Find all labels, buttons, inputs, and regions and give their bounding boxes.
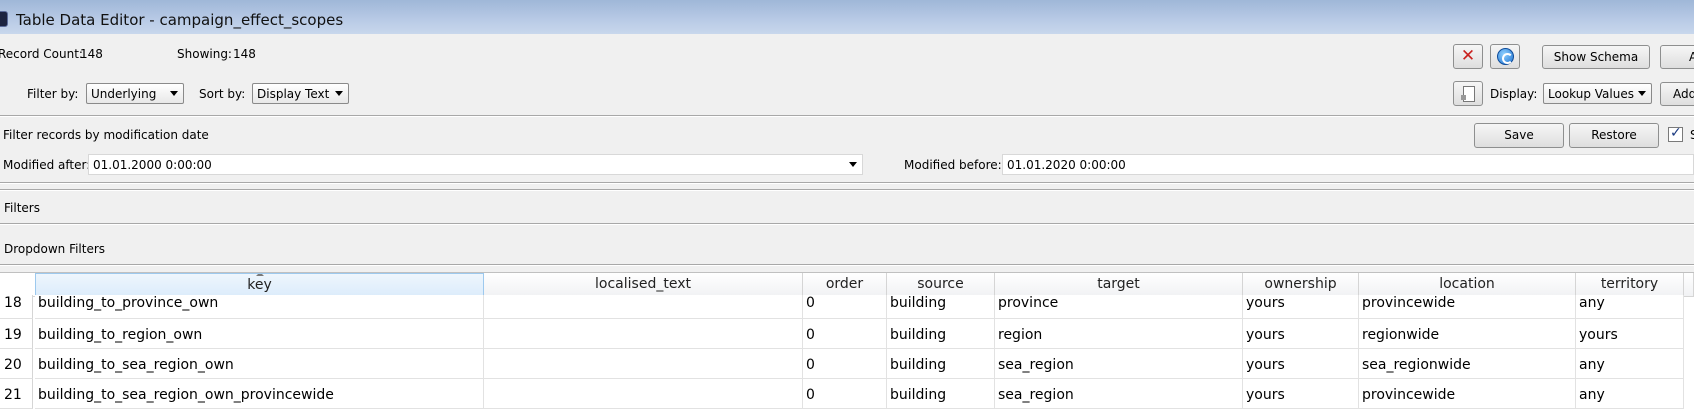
document-button[interactable] [1453, 81, 1483, 106]
cell-localised-text[interactable] [484, 379, 803, 409]
table-data-editor-window: Table Data Editor - campaign_effect_scop… [0, 0, 1694, 418]
cell-key[interactable]: building_to_sea_region_own_provincewide [35, 379, 484, 409]
filter-by-value: Underlying [91, 87, 157, 101]
cell-order[interactable]: 0 [803, 295, 887, 319]
cell-key[interactable]: building_to_region_own [35, 319, 484, 349]
cell-source[interactable]: building [887, 319, 995, 349]
row-header[interactable]: 19 [0, 319, 33, 349]
checkbox[interactable] [1668, 125, 1683, 142]
show-schema-button[interactable]: Show Schema [1542, 45, 1650, 69]
column-header-target[interactable]: target [995, 273, 1243, 297]
row-header[interactable]: 21 [0, 379, 33, 409]
refresh-button[interactable] [1490, 44, 1520, 69]
modified-before-field[interactable]: 01.01.2020 0:00:00 [1002, 154, 1694, 175]
document-icon [1461, 86, 1475, 102]
modified-after-field[interactable]: 01.01.2000 0:00:00 [88, 154, 863, 175]
column-header-territory[interactable]: territory [1576, 273, 1684, 297]
divider [0, 189, 1694, 191]
column-header-filler [1684, 273, 1694, 297]
delete-button[interactable]: ✕ [1453, 44, 1483, 69]
cell-ownership[interactable]: yours [1243, 379, 1359, 409]
cell-localised-text[interactable] [484, 295, 803, 319]
grid-corner [0, 273, 36, 297]
divider [0, 182, 1694, 184]
chevron-down-icon[interactable] [849, 162, 857, 167]
cell-localised-text[interactable] [484, 319, 803, 349]
dropdown-filters-section-header[interactable]: Dropdown Filters [4, 242, 105, 256]
a-button[interactable]: A [1660, 45, 1694, 69]
column-header-source[interactable]: source [887, 273, 995, 297]
delete-x-icon: ✕ [1460, 46, 1476, 66]
cell-order[interactable]: 0 [803, 349, 887, 379]
chevron-down-icon [1638, 91, 1646, 96]
cell-target[interactable]: province [995, 295, 1243, 319]
display-value: Lookup Values [1548, 87, 1634, 101]
window-title: Table Data Editor - campaign_effect_scop… [16, 11, 344, 29]
cell-territory[interactable]: any [1576, 379, 1684, 409]
cell-ownership[interactable]: yours [1243, 295, 1359, 319]
refresh-icon [1497, 48, 1514, 65]
sort-by-value: Display Text [257, 87, 330, 101]
cell-territory[interactable]: any [1576, 295, 1684, 319]
sort-by-label: Sort by: [199, 87, 246, 101]
cell-key[interactable]: building_to_province_own [35, 295, 484, 319]
chevron-down-icon [170, 91, 178, 96]
divider [0, 264, 1694, 266]
column-header-label: key [247, 277, 272, 293]
record-count-label: Record Count: [0, 47, 83, 61]
sort-by-select[interactable]: Display Text [252, 83, 349, 104]
cell-ownership[interactable]: yours [1243, 319, 1359, 349]
record-count-value: 148 [80, 47, 103, 61]
date-filter-title: Filter records by modification date [3, 128, 209, 142]
row-header[interactable]: 20 [0, 349, 33, 379]
column-header-localised-text[interactable]: localised_text [484, 273, 803, 297]
cell-territory[interactable]: any [1576, 349, 1684, 379]
cell-target[interactable]: sea_region [995, 349, 1243, 379]
filter-by-label: Filter by: [27, 87, 79, 101]
modified-before-value: 01.01.2020 0:00:00 [1007, 158, 1126, 172]
filter-by-select[interactable]: Underlying [86, 83, 184, 104]
sort-ascending-icon [255, 274, 264, 276]
display-select[interactable]: Lookup Values [1543, 83, 1652, 104]
display-label: Display: [1490, 87, 1538, 101]
divider [0, 223, 1694, 225]
divider [0, 115, 1694, 117]
checkbox-label: S [1690, 128, 1694, 142]
cell-ownership[interactable]: yours [1243, 349, 1359, 379]
cell-target[interactable]: region [995, 319, 1243, 349]
cell-source[interactable]: building [887, 295, 995, 319]
cell-key[interactable]: building_to_sea_region_own [35, 349, 484, 379]
cell-location[interactable]: regionwide [1359, 319, 1576, 349]
column-header-order[interactable]: order [803, 273, 887, 297]
cell-order[interactable]: 0 [803, 379, 887, 409]
column-header-ownership[interactable]: ownership [1243, 273, 1359, 297]
add-button[interactable]: Add [1660, 82, 1694, 106]
modified-after-value: 01.01.2000 0:00:00 [93, 158, 212, 172]
column-header-key[interactable]: key [35, 273, 484, 297]
modified-after-label: Modified after: [3, 158, 91, 172]
cell-localised-text[interactable] [484, 349, 803, 379]
cell-target[interactable]: sea_region [995, 379, 1243, 409]
cell-order[interactable]: 0 [803, 319, 887, 349]
cell-territory[interactable]: yours [1576, 319, 1684, 349]
save-button[interactable]: Save [1474, 123, 1564, 148]
data-grid: key localised_text order source target o… [0, 272, 1694, 418]
table-editor-icon [0, 11, 8, 27]
title-bar: Table Data Editor - campaign_effect_scop… [0, 0, 1694, 34]
restore-button[interactable]: Restore [1569, 123, 1659, 148]
showing-value: 148 [233, 47, 256, 61]
chevron-down-icon [335, 91, 343, 96]
cell-location[interactable]: sea_regionwide [1359, 349, 1576, 379]
showing-label: Showing: [177, 47, 232, 61]
filters-section-header[interactable]: Filters [4, 201, 40, 215]
column-header-location[interactable]: location [1359, 273, 1576, 297]
cell-location[interactable]: provincewide [1359, 379, 1576, 409]
modified-before-label: Modified before: [904, 158, 1002, 172]
cell-source[interactable]: building [887, 379, 995, 409]
cell-location[interactable]: provincewide [1359, 295, 1576, 319]
cell-source[interactable]: building [887, 349, 995, 379]
row-header[interactable]: 18 [0, 295, 33, 319]
